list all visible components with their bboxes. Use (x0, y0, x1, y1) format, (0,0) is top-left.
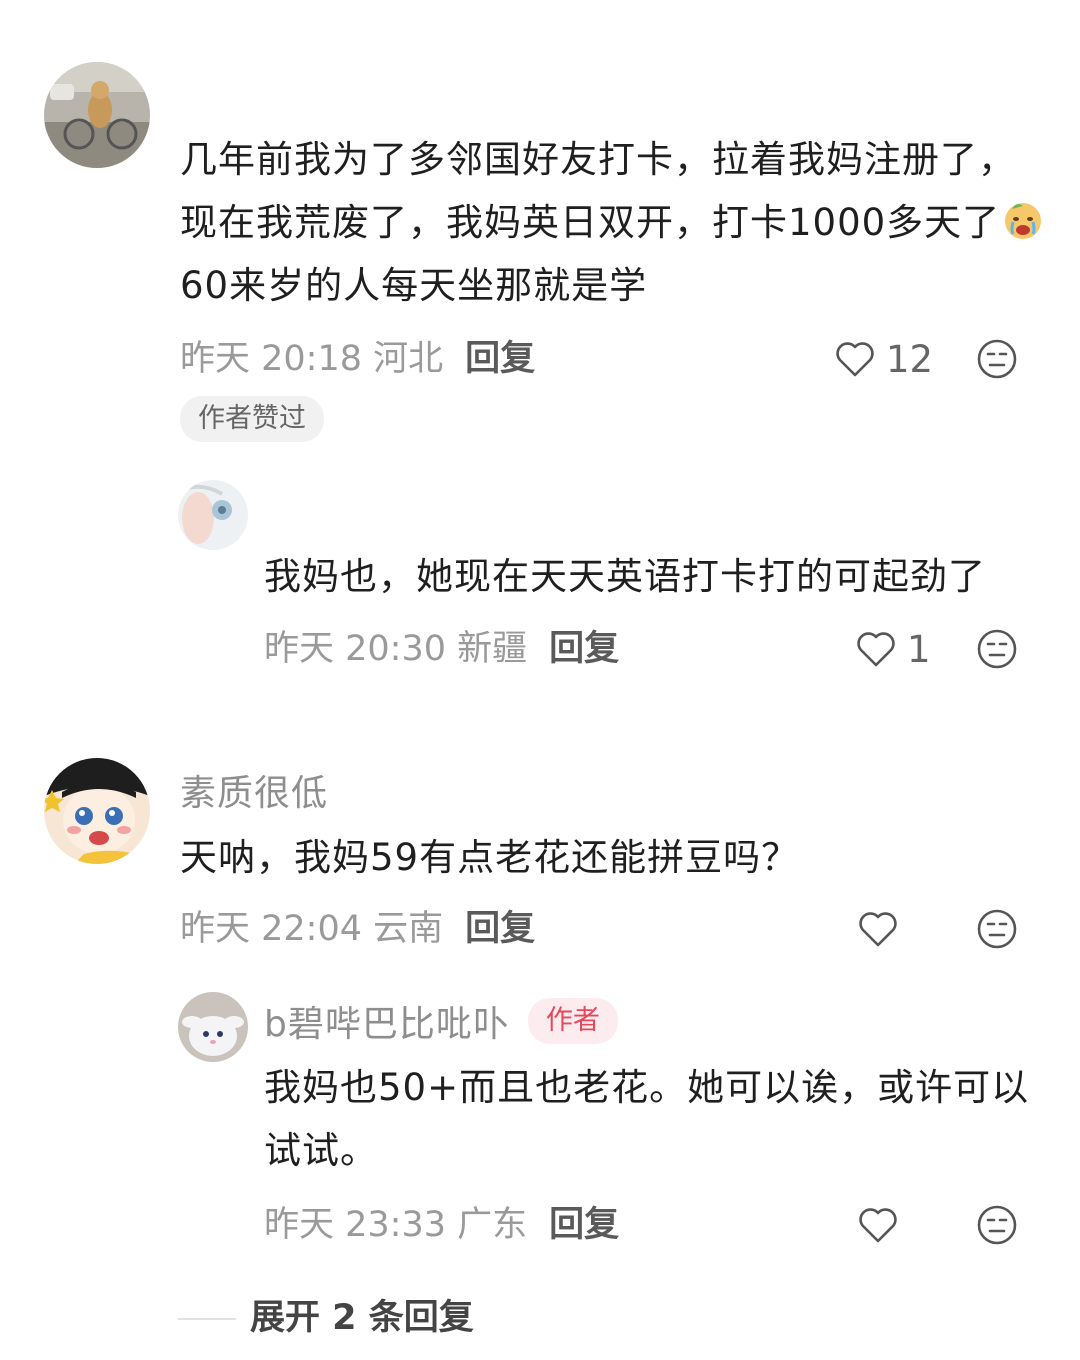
comment-text: 天呐，我妈59有点老花还能拼豆吗？ (180, 836, 800, 879)
reply-button[interactable]: 回复 (465, 339, 535, 379)
reply-button[interactable]: 回复 (465, 909, 535, 949)
like-button[interactable]: 12 (834, 334, 933, 384)
like-button[interactable] (857, 1200, 909, 1250)
username[interactable]: b碧哔巴比吡卟 (264, 995, 510, 1047)
avatar[interactable] (178, 480, 248, 550)
expand-divider (178, 1318, 236, 1320)
comment-time: 昨天 22:04 云南 (180, 909, 444, 949)
author-badge: 作者 (527, 998, 618, 1044)
dislike-face-icon[interactable] (976, 338, 1018, 380)
username[interactable]: 素质很低 (180, 764, 328, 816)
expand-replies-button[interactable]: 展开 2 条回复 (250, 1294, 474, 1342)
comment-text: 我妈也，她现在天天英语打卡打的可起劲了 (264, 555, 986, 598)
like-count: 12 (886, 337, 934, 381)
comment-time: 昨天 20:18 河北 (180, 339, 444, 379)
heart-icon (857, 1205, 899, 1245)
comment-meta: 昨天 22:04 云南 回复 (180, 904, 535, 954)
heart-icon (834, 339, 876, 379)
reply-button[interactable]: 回复 (549, 629, 619, 669)
like-count: 1 (907, 627, 931, 671)
avatar[interactable] (44, 758, 150, 864)
comment-meta: 昨天 23:33 广东 回复 (264, 1200, 619, 1250)
comment-meta: 昨天 20:18 河北 回复 (180, 334, 535, 384)
dislike-face-icon[interactable] (976, 908, 1018, 950)
dislike-face-icon[interactable] (976, 628, 1018, 670)
crying-emoji-icon (1002, 199, 1044, 241)
heart-icon (855, 629, 897, 669)
dislike-face-icon[interactable] (976, 1204, 1018, 1246)
reply-button[interactable]: 回复 (549, 1205, 619, 1245)
username-row: b碧哔巴比吡卟 作者 (264, 994, 618, 1048)
comment-text: 几年前我为了多邻国好友打卡，拉着我妈注册了，现在我荒废了，我妈英日双开，打卡10… (180, 128, 1050, 317)
author-liked-badge: 作者赞过 (180, 396, 324, 442)
heart-icon (857, 909, 899, 949)
like-button[interactable]: 1 (855, 624, 931, 674)
comment-time: 昨天 23:33 广东 (264, 1205, 528, 1245)
comment-time: 昨天 20:30 新疆 (264, 629, 528, 669)
comment-text: 我妈也50+而且也老花。她可以诶，或许可以试试。 (264, 1066, 1030, 1172)
avatar[interactable] (44, 62, 150, 168)
avatar[interactable] (178, 992, 248, 1062)
comment-meta: 昨天 20:30 新疆 回复 (264, 624, 619, 674)
like-button[interactable] (857, 904, 909, 954)
